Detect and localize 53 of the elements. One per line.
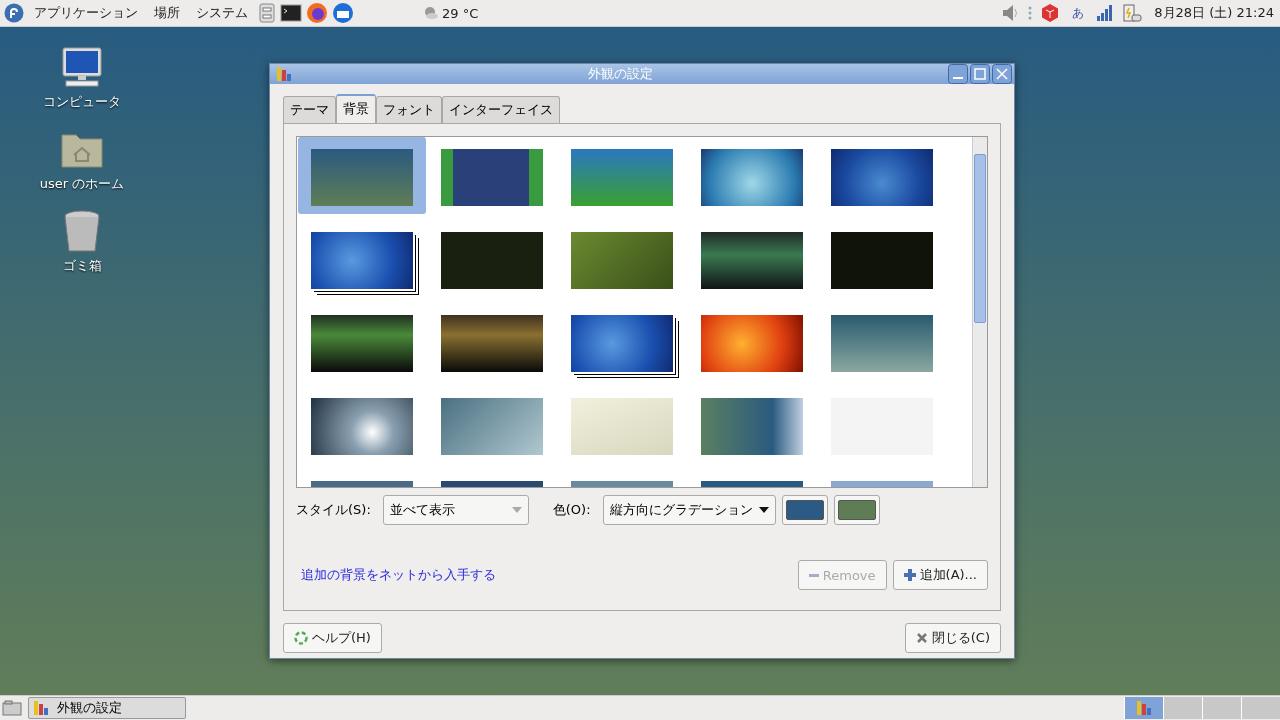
tab[interactable]: フォント (376, 96, 442, 123)
battery-plug-icon[interactable] (1122, 2, 1143, 24)
signal-icon[interactable] (1096, 4, 1115, 22)
maximize-button[interactable] (970, 64, 990, 84)
weather-icon (424, 6, 438, 20)
color-dropdown[interactable]: 縦方向にグラデーション (602, 495, 776, 525)
minimize-button[interactable] (948, 64, 968, 84)
palette-icon (1136, 700, 1152, 716)
desktop-icon[interactable]: ゴミ箱 (58, 209, 106, 275)
mail-client-icon[interactable] (332, 2, 354, 24)
palette-icon (33, 700, 49, 716)
package-icon[interactable] (1040, 3, 1061, 23)
taskbar-window-button[interactable]: 外観の設定 (28, 697, 186, 719)
window-title: 外観の設定 (586, 65, 654, 83)
logo-icon[interactable] (4, 3, 24, 23)
dropdown-arrow-icon (511, 507, 522, 513)
dots-icon (1028, 4, 1033, 22)
color-label: 色(O): (552, 501, 591, 519)
selected-wallpaper-item[interactable] (298, 137, 426, 214)
style-dropdown[interactable]: 並べて表示 (382, 495, 529, 525)
style-label: スタイル(S): (296, 501, 371, 519)
terminal-icon[interactable] (280, 3, 302, 23)
menu-item[interactable]: 場所 (154, 4, 180, 22)
icon-label: ゴミ箱 (62, 257, 102, 275)
close-button[interactable] (992, 64, 1012, 84)
scrollbar[interactable] (972, 137, 987, 487)
temperature-text: 29 °C (442, 5, 479, 21)
workspace-switcher-cell[interactable] (1241, 697, 1280, 719)
menu-item[interactable]: システム (196, 4, 248, 22)
dropdown-arrow-icon (758, 507, 769, 513)
life-ring-icon (294, 631, 308, 645)
scrollbar-thumb[interactable] (974, 154, 986, 323)
desktop-icon[interactable]: user のホーム (39, 127, 125, 193)
palette-icon (276, 66, 292, 82)
show-desktop-icon[interactable] (2, 700, 22, 716)
desktop-icon[interactable]: コンピュータ (43, 45, 121, 111)
tab[interactable]: テーマ (283, 96, 336, 123)
get-more-backgrounds-link[interactable]: 追加の背景をネットから入手する (301, 566, 496, 584)
icon-label: user のホーム (39, 175, 125, 193)
close-dialog-button[interactable]: 閉じる(C) (904, 623, 1001, 653)
x-icon (915, 632, 928, 644)
help-button[interactable]: ヘルプ(H) (283, 623, 382, 653)
clock-text[interactable]: 8月28日 (土) 21:24 (1154, 4, 1274, 22)
workspace-switcher-cell[interactable] (1124, 697, 1163, 719)
tab[interactable]: インターフェイス (442, 96, 560, 123)
menu-item[interactable]: アプリケーション (34, 4, 138, 22)
browser-icon[interactable] (306, 2, 328, 24)
workspace-switcher-cell[interactable] (1202, 697, 1241, 719)
workspace-switcher-cell[interactable] (1163, 697, 1202, 719)
icon-label: コンピュータ (43, 93, 121, 111)
input-method-indicator[interactable]: あ (1072, 4, 1085, 22)
add-button[interactable]: 追加(A)... (892, 560, 988, 590)
tab[interactable]: 背景 (336, 94, 376, 123)
